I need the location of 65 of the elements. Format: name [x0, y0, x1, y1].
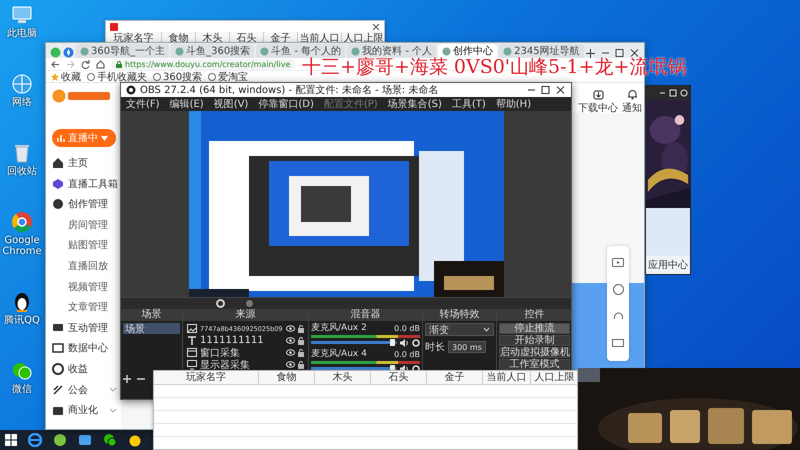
dock-header: 转场特效 — [423, 309, 496, 321]
dock-header: 控件 — [497, 309, 571, 321]
browser-tab[interactable]: 斗鱼 - 每个人的 — [256, 44, 346, 58]
sidebar-item[interactable]: 房间管理 — [52, 218, 121, 231]
column-header: 木头 — [315, 371, 371, 385]
column-header: 石头 — [371, 371, 427, 385]
browser-tab[interactable]: 2345网址导航 — [499, 44, 584, 58]
sidebar-item[interactable]: 视频管理 — [52, 280, 121, 293]
sidebar-item[interactable]: 数据中心 — [52, 342, 121, 354]
menu-item[interactable]: 编辑(E) — [170, 97, 204, 111]
bookmark-link[interactable]: 爱淘宝 — [208, 70, 248, 84]
sidebar-item[interactable]: 创作管理 — [52, 198, 121, 210]
source-item[interactable]: 窗口采集 — [200, 346, 283, 360]
address-field[interactable]: https://www.douyu.com/creator/main/live — [111, 58, 296, 70]
menu-item[interactable]: 场景集合(S) — [388, 97, 442, 111]
menu-item[interactable]: 文件(F) — [126, 97, 160, 111]
channel-name: 麦克风/Aux 4 — [311, 349, 367, 360]
footer-label[interactable]: 应用中心 — [646, 256, 690, 274]
sidebar-item[interactable]: 直播工具箱 — [52, 178, 121, 190]
window-title: OBS 27.2.4 (64 bit, windows) - 配置文件: 未命名 - 场景: 未命名 — [140, 84, 438, 97]
scene-item[interactable]: 场景 — [123, 323, 180, 334]
header-action[interactable]: 通知 — [622, 89, 642, 113]
icon-label[interactable]: 腾讯QQ — [0, 315, 44, 326]
control-button[interactable]: 启动虚拟摄像机 — [499, 347, 570, 358]
sidebar-item[interactable]: 直播回放 — [52, 260, 121, 272]
sidebar-item[interactable]: 主页 — [52, 157, 121, 169]
duration-field[interactable]: 300 ms — [448, 341, 486, 353]
column-header: 人口上限 — [531, 371, 577, 385]
sidebar-item[interactable]: 贴图管理 — [52, 239, 121, 252]
browser-tab[interactable]: 斗鱼_360搜索 — [171, 44, 254, 58]
browser-tab[interactable]: 创作中心 — [438, 44, 498, 58]
icon-label[interactable]: 微信 — [0, 384, 44, 395]
column-header: 当前人口 — [483, 371, 531, 385]
sidebar-item[interactable]: 文章管理 — [52, 301, 121, 314]
sidebar-item[interactable]: 收益 — [52, 362, 121, 375]
header-action[interactable]: 下载中心 — [578, 89, 618, 113]
menu-item[interactable]: 停靠窗口(D) — [258, 97, 314, 111]
dock-header: 来源 — [183, 309, 308, 321]
channel-reading: 0.0 dB — [394, 349, 420, 360]
bookmark-link[interactable]: 收藏 — [51, 70, 81, 84]
dock-header: 场景 — [121, 309, 182, 321]
column-header: 食物 — [259, 371, 315, 385]
browser-tab[interactable]: 360导航_一个主 — [76, 44, 170, 58]
column-header: 金子 — [427, 371, 483, 385]
transition-select[interactable]: 渐变 — [425, 323, 494, 336]
icon-label[interactable]: Google Chrome — [0, 235, 44, 257]
browser-tab[interactable]: 我的资料 - 个人 — [347, 44, 436, 58]
sidebar-item[interactable]: 商业化 — [52, 404, 121, 416]
source-item[interactable]: 显示器采集 — [200, 358, 283, 372]
sidebar-item[interactable]: 公会 — [52, 384, 121, 396]
duration-label: 时长 — [425, 340, 445, 354]
control-button[interactable]: 停止推流 — [499, 323, 570, 334]
dock-header: 混音器 — [309, 309, 422, 321]
menu-item[interactable]: 视图(V) — [214, 97, 248, 111]
bookmark-link[interactable]: 手机收藏夹 — [87, 70, 147, 84]
menu-item[interactable]: 工具(T) — [452, 97, 486, 111]
channel-name: 麦克风/Aux 2 — [311, 323, 367, 334]
control-button[interactable]: 工作室模式 — [499, 359, 570, 370]
column-header: 玩家名字 — [154, 371, 259, 385]
channel-reading: 0.0 dB — [394, 323, 420, 334]
menu-item[interactable]: 帮助(H) — [496, 97, 532, 111]
control-button[interactable]: 开始录制 — [499, 335, 570, 346]
source-item[interactable]: 1111111111 — [200, 335, 283, 346]
bookmark-link[interactable]: 360搜索 — [153, 70, 202, 84]
sidebar-item[interactable]: 互动管理 — [52, 322, 121, 334]
